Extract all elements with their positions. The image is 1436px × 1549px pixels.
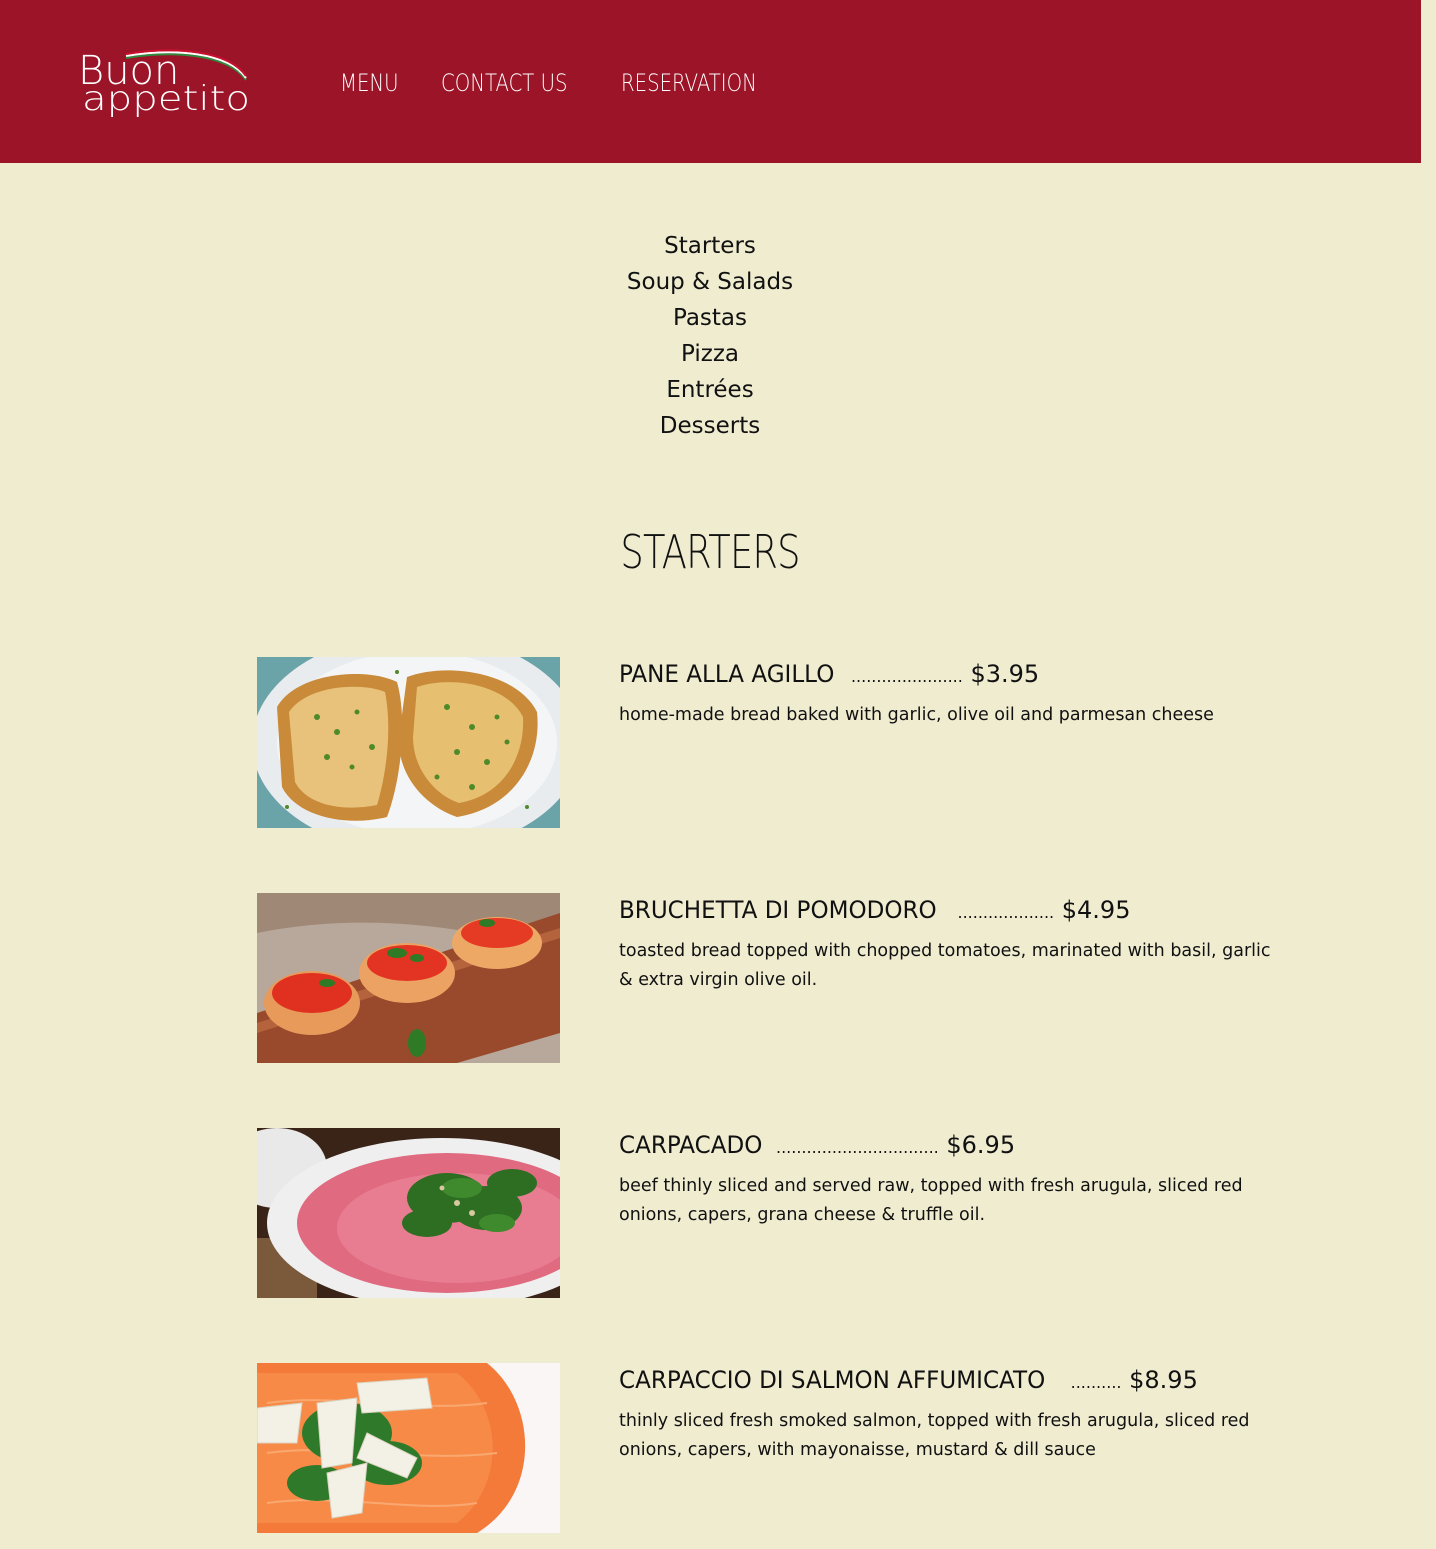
menu-item-name: PANE ALLA AGILLO bbox=[619, 660, 835, 688]
bruschetta-photo bbox=[257, 893, 560, 1063]
menu-item-leader-dots: ................................ bbox=[775, 1138, 939, 1157]
menu-item-name: CARPACCIO DI SALMON AFFUMICATO bbox=[619, 1366, 1046, 1394]
menu-item-leader-dots: ................... bbox=[957, 903, 1055, 922]
menu-item-name: BRUCHETTA DI POMODORO bbox=[619, 896, 937, 924]
category-desserts[interactable]: Desserts bbox=[560, 408, 860, 444]
section-title: STARTERS bbox=[620, 525, 800, 579]
menu-item-price: $3.95 bbox=[970, 660, 1040, 688]
menu-item-heading: BRUCHETTA DI POMODORO ..................… bbox=[619, 893, 1299, 930]
menu-item-price: $8.95 bbox=[1129, 1366, 1198, 1394]
menu-item-leader-dots: .......... bbox=[1070, 1373, 1122, 1392]
nav-reservation[interactable]: RESERVATION bbox=[621, 66, 757, 100]
menu-item-name: CARPACADO bbox=[619, 1131, 763, 1159]
logo-graphic: Buon appetito bbox=[78, 48, 250, 119]
menu-item: CARPACCIO DI SALMON AFFUMICATO .........… bbox=[619, 1363, 1299, 1465]
nav-contact-us[interactable]: CONTACT US bbox=[441, 66, 567, 100]
category-pizza[interactable]: Pizza bbox=[560, 336, 860, 372]
site-header: Buon appetito MENU CONTACT US RESERVATIO… bbox=[0, 0, 1421, 163]
menu-item-heading: CARPACCIO DI SALMON AFFUMICATO .........… bbox=[619, 1363, 1299, 1400]
category-entrees[interactable]: Entrées bbox=[560, 372, 860, 408]
category-pastas[interactable]: Pastas bbox=[560, 300, 860, 336]
menu-item-description: toasted bread topped with chopped tomato… bbox=[619, 941, 1271, 990]
menu-item-heading: PANE ALLA AGILLO ...................... … bbox=[619, 657, 1299, 694]
category-soup-salads[interactable]: Soup & Salads bbox=[560, 264, 860, 300]
menu-item-description: beef thinly sliced and served raw, toppe… bbox=[619, 1176, 1243, 1225]
nav-menu[interactable]: MENU bbox=[340, 66, 399, 100]
menu-item-heading: CARPACADO ..............................… bbox=[619, 1128, 1299, 1165]
menu-item-price: $4.95 bbox=[1061, 896, 1131, 924]
beef-carpaccio-photo bbox=[257, 1128, 560, 1298]
menu-item: CARPACADO ..............................… bbox=[619, 1128, 1299, 1230]
logo-line2: appetito bbox=[82, 79, 250, 119]
salmon-carpaccio-photo bbox=[257, 1363, 560, 1533]
menu-category-list: Starters Soup & Salads Pastas Pizza Entr… bbox=[560, 228, 860, 444]
menu-item-description: thinly sliced fresh smoked salmon, toppe… bbox=[619, 1411, 1250, 1460]
menu-item: BRUCHETTA DI POMODORO ..................… bbox=[619, 893, 1299, 995]
menu-item: PANE ALLA AGILLO ...................... … bbox=[619, 657, 1299, 730]
buon-appetito-logo[interactable]: Buon appetito bbox=[78, 46, 258, 120]
menu-item-price: $6.95 bbox=[946, 1131, 1016, 1159]
menu-item-leader-dots: ...................... bbox=[850, 667, 963, 686]
garlic-bread-photo bbox=[257, 657, 560, 828]
menu-item-description: home-made bread baked with garlic, olive… bbox=[619, 705, 1214, 725]
category-starters[interactable]: Starters bbox=[560, 228, 860, 264]
